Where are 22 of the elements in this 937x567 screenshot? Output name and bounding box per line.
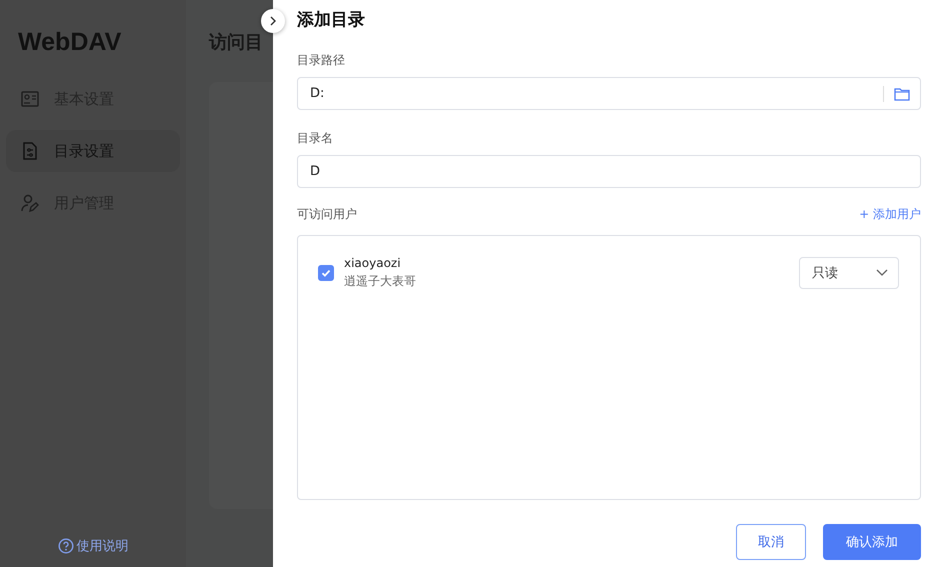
chevron-right-icon (268, 16, 278, 26)
chevron-down-icon (876, 269, 888, 277)
cancel-button[interactable]: 取消 (736, 524, 806, 560)
id-card-icon (20, 89, 40, 109)
folder-icon (894, 86, 910, 100)
checkbox[interactable] (318, 265, 334, 281)
permission-dropdown[interactable]: 只读 (799, 257, 899, 289)
confirm-button[interactable]: 确认添加 (823, 524, 921, 560)
add-user-link[interactable]: + 添加用户 (859, 206, 921, 223)
drawer-title: 添加目录 (297, 9, 366, 32)
user-edit-icon (20, 193, 40, 213)
field-label: 可访问用户 (297, 206, 357, 223)
field-label: 目录路径 (297, 52, 346, 69)
user-nickname: 逍遥子大表哥 (344, 273, 417, 290)
help-icon (58, 538, 74, 554)
checkmark-icon (320, 267, 332, 279)
input-field[interactable]: D: (297, 77, 921, 110)
help-link[interactable]: 使用说明 (58, 537, 128, 555)
username: xiaoyaozi (344, 256, 402, 270)
field-label: 目录名 (297, 130, 334, 147)
input-field[interactable]: D (297, 155, 921, 188)
collapse-button[interactable] (261, 9, 285, 33)
